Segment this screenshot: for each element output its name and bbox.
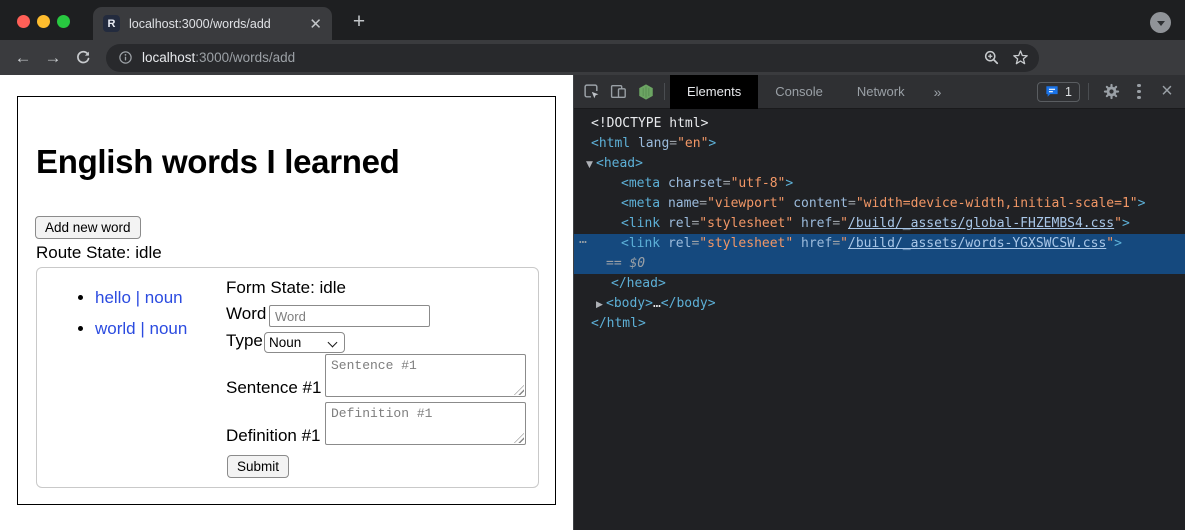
definition-field-label: Definition #1 [226, 426, 321, 446]
device-toolbar-button[interactable] [605, 75, 632, 109]
browser-tab[interactable]: R localhost:3000/words/add ✕ [93, 7, 332, 40]
chevron-down-icon [1157, 21, 1165, 26]
toolbar-divider [664, 83, 665, 100]
definition-textarea[interactable] [325, 402, 526, 445]
type-select-wrap: Noun [264, 332, 345, 353]
type-field-label: Type [226, 331, 263, 351]
dom-tree-line[interactable]: <link rel="stylesheet" href="/build/_ass… [574, 214, 1185, 234]
remix-favicon-icon: R [103, 15, 120, 32]
more-tabs-button[interactable]: » [922, 84, 954, 100]
gear-icon [1103, 83, 1120, 100]
word-field-label: Word [226, 304, 266, 324]
add-new-word-button[interactable]: Add new word [35, 216, 141, 239]
node-devtools-button[interactable] [632, 75, 659, 109]
dom-tree-line[interactable]: <!DOCTYPE html> [574, 114, 1185, 134]
bookmark-button[interactable] [1012, 49, 1029, 66]
tab-network[interactable]: Network [840, 75, 922, 109]
node-hexagon-icon [637, 83, 655, 101]
route-state-text: Route State: idle [36, 243, 162, 263]
dom-tree-line[interactable]: </html> [574, 314, 1185, 334]
devtools-close-button[interactable]: × [1153, 75, 1181, 109]
dom-tree-line[interactable]: ▼<head> [574, 154, 1185, 174]
page-title: English words I learned [36, 143, 400, 181]
inspect-element-button[interactable] [578, 75, 605, 109]
dom-tree-line[interactable]: <meta name="viewport" content="width=dev… [574, 194, 1185, 214]
address-bar[interactable]: localhost:3000/words/add [106, 44, 1039, 72]
zoom-magnifier-icon [983, 49, 1000, 66]
tab-close-icon[interactable]: ✕ [309, 15, 322, 33]
reload-button[interactable] [68, 50, 98, 66]
page-content: English words I learned Add new word Rou… [0, 75, 573, 530]
word-link-world[interactable]: world | noun [95, 319, 187, 338]
devtools-panel: Elements Console Network » 1 × <!DOCTYPE… [573, 75, 1185, 530]
dom-tree-line[interactable]: <meta charset="utf-8"> [574, 174, 1185, 194]
window-close-button[interactable] [17, 15, 30, 28]
form-state-text: Form State: idle [226, 278, 346, 298]
word-input[interactable] [269, 305, 430, 327]
issues-count: 1 [1065, 85, 1072, 99]
disclosure-arrow-icon[interactable]: ▶ [596, 295, 606, 315]
device-toolbar-icon [610, 83, 627, 100]
screenshot-root: { "browser": { "tab": { "title": "localh… [0, 0, 1185, 530]
browser-titlebar: R localhost:3000/words/add ✕ + [0, 0, 1185, 40]
browser-toolbar: ← → localhost:3000/words/add Incognito [0, 40, 1185, 75]
url-text[interactable]: localhost:3000/words/add [142, 50, 971, 65]
url-host: localhost [142, 50, 195, 65]
window-chevron-button[interactable] [1150, 12, 1171, 33]
tab-title: localhost:3000/words/add [129, 17, 303, 31]
forward-button[interactable]: → [38, 48, 68, 68]
url-path: :3000/words/add [195, 50, 295, 65]
app-container: English words I learned Add new word Rou… [17, 96, 556, 505]
new-tab-button[interactable]: + [345, 8, 373, 36]
dom-tree-line[interactable]: <html lang="en"> [574, 134, 1185, 154]
inspect-cursor-icon [583, 83, 600, 100]
sentence-field-label: Sentence #1 [226, 378, 321, 398]
tab-console[interactable]: Console [758, 75, 840, 109]
list-item: world | noun [95, 319, 187, 339]
dom-tree-line[interactable]: </head> [574, 274, 1185, 294]
disclosure-arrow-icon[interactable]: ▼ [586, 155, 596, 175]
star-icon [1012, 49, 1029, 66]
window-maximize-button[interactable] [57, 15, 70, 28]
node-menu-icon[interactable]: … [579, 230, 588, 250]
reload-icon [75, 50, 91, 66]
site-info-icon[interactable] [118, 50, 133, 65]
elements-tree: <!DOCTYPE html><html lang="en">▼<head><m… [574, 110, 1185, 530]
dom-tree-line[interactable]: …<link rel="stylesheet" href="/build/_as… [574, 234, 1185, 254]
toolbar-divider [1088, 83, 1089, 100]
type-select[interactable]: Noun [264, 332, 345, 353]
issues-bubble-icon [1045, 85, 1059, 98]
word-link-hello[interactable]: hello | noun [95, 288, 183, 307]
devtools-toolbar: Elements Console Network » 1 × [574, 75, 1185, 109]
word-list: hello | noun world | noun [71, 288, 187, 350]
dom-tree-line[interactable]: == $0 [574, 254, 1185, 274]
zoom-button[interactable] [983, 49, 1000, 66]
submit-button[interactable]: Submit [227, 455, 289, 478]
dom-tree-line[interactable]: ▶<body>…</body> [574, 294, 1185, 314]
back-button[interactable]: ← [8, 48, 38, 68]
sentence-textarea[interactable] [325, 354, 526, 397]
list-item: hello | noun [95, 288, 187, 308]
issues-button[interactable]: 1 [1037, 82, 1080, 102]
devtools-settings-button[interactable] [1097, 75, 1125, 109]
words-panel: hello | noun world | noun Form State: id… [36, 267, 539, 488]
window-minimize-button[interactable] [37, 15, 50, 28]
devtools-menu-button[interactable] [1125, 75, 1153, 109]
tab-elements[interactable]: Elements [670, 75, 758, 109]
